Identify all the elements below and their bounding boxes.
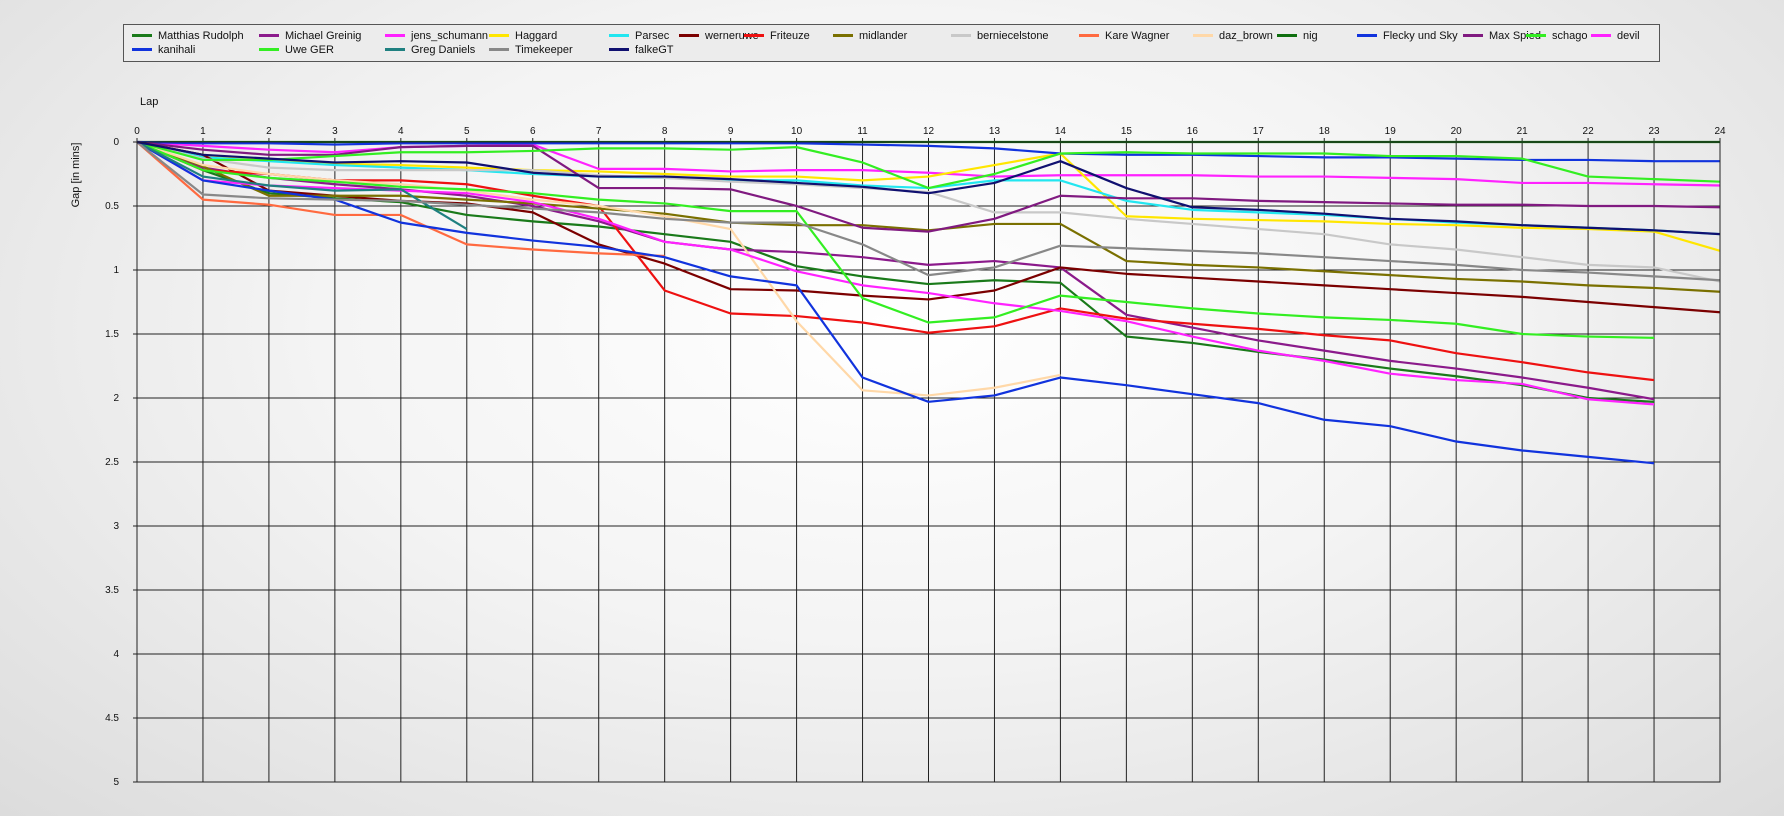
x-tick-label: 12 <box>923 126 935 137</box>
x-tick-label: 2 <box>266 126 272 137</box>
y-tick-label: 0 <box>113 137 119 148</box>
x-tick-label: 8 <box>662 126 668 137</box>
y-tick-label: 0.5 <box>105 201 119 212</box>
x-tick-label: 17 <box>1253 126 1265 137</box>
x-tick-label: 11 <box>857 126 868 137</box>
x-tick-label: 10 <box>791 126 803 137</box>
x-tick-label: 1 <box>200 126 206 137</box>
x-tick-label: 24 <box>1714 126 1726 137</box>
y-tick-label: 4.5 <box>105 713 119 724</box>
x-tick-label: 7 <box>596 126 602 137</box>
x-tick-label: 13 <box>989 126 1001 137</box>
y-axis-title: Gap [in mins] <box>70 143 82 208</box>
y-tick-label: 1 <box>113 265 119 276</box>
grid-lines <box>133 138 1721 783</box>
x-tick-label: 3 <box>332 126 338 137</box>
x-tick-label: 4 <box>398 126 404 137</box>
x-tick-label: 22 <box>1583 126 1595 137</box>
x-tick-label: 14 <box>1055 126 1067 137</box>
line-chart: 0 1 2 3 4 5 6 7 8 9 10 11 12 13 14 15 16 17 18 19 20 21 22 23 24… <box>70 96 1726 788</box>
y-tick-label: 2 <box>113 393 119 404</box>
x-tick-label: 20 <box>1451 126 1463 137</box>
x-tick-label: 9 <box>728 126 734 137</box>
y-tick-label: 3.5 <box>105 585 119 596</box>
x-tick-label: 6 <box>530 126 536 137</box>
x-tick-label: 18 <box>1319 126 1331 137</box>
x-tick-label: 16 <box>1187 126 1199 137</box>
y-tick-label: 1.5 <box>105 329 119 340</box>
y-tick-label: 2.5 <box>105 457 119 468</box>
x-axis-title: Lap <box>140 96 158 108</box>
y-tick-label: 4 <box>113 649 119 660</box>
x-tick-label: 5 <box>464 126 470 137</box>
x-tick-label: 19 <box>1385 126 1397 137</box>
x-tick-label: 23 <box>1648 126 1660 137</box>
x-tick-label: 15 <box>1121 126 1133 137</box>
x-tick-label: 0 <box>134 126 140 137</box>
x-tick-label: 21 <box>1517 126 1529 137</box>
y-tick-label: 3 <box>113 521 119 532</box>
y-tick-label: 5 <box>113 777 119 788</box>
